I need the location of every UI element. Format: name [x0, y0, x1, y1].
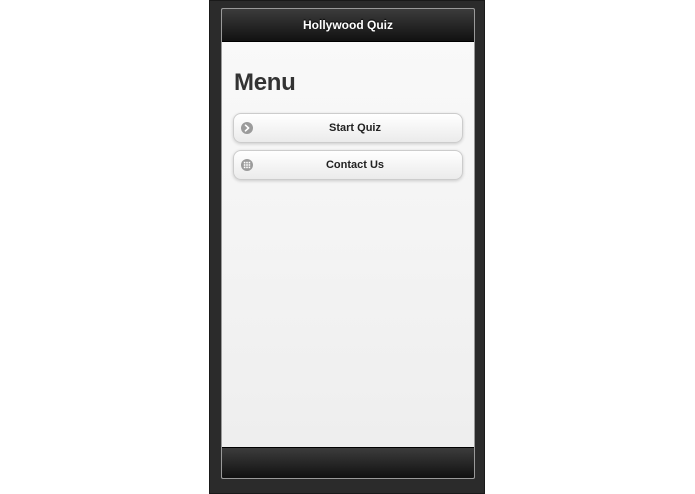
main-content: Menu Start Quiz Contact Us: [222, 42, 474, 447]
app-title: Hollywood Quiz: [303, 18, 393, 32]
contact-us-button[interactable]: Contact Us: [233, 150, 463, 180]
start-quiz-label: Start Quiz: [329, 122, 381, 134]
start-quiz-button[interactable]: Start Quiz: [233, 113, 463, 143]
page-title: Menu: [234, 69, 296, 96]
arrow-right-icon: [241, 122, 253, 134]
app-screen: Hollywood Quiz Menu Start Quiz Contact U…: [221, 8, 475, 479]
grid-icon: [241, 159, 253, 171]
contact-us-label: Contact Us: [325, 159, 385, 171]
header-bar: Hollywood Quiz: [222, 9, 474, 42]
footer-bar: [222, 447, 474, 478]
